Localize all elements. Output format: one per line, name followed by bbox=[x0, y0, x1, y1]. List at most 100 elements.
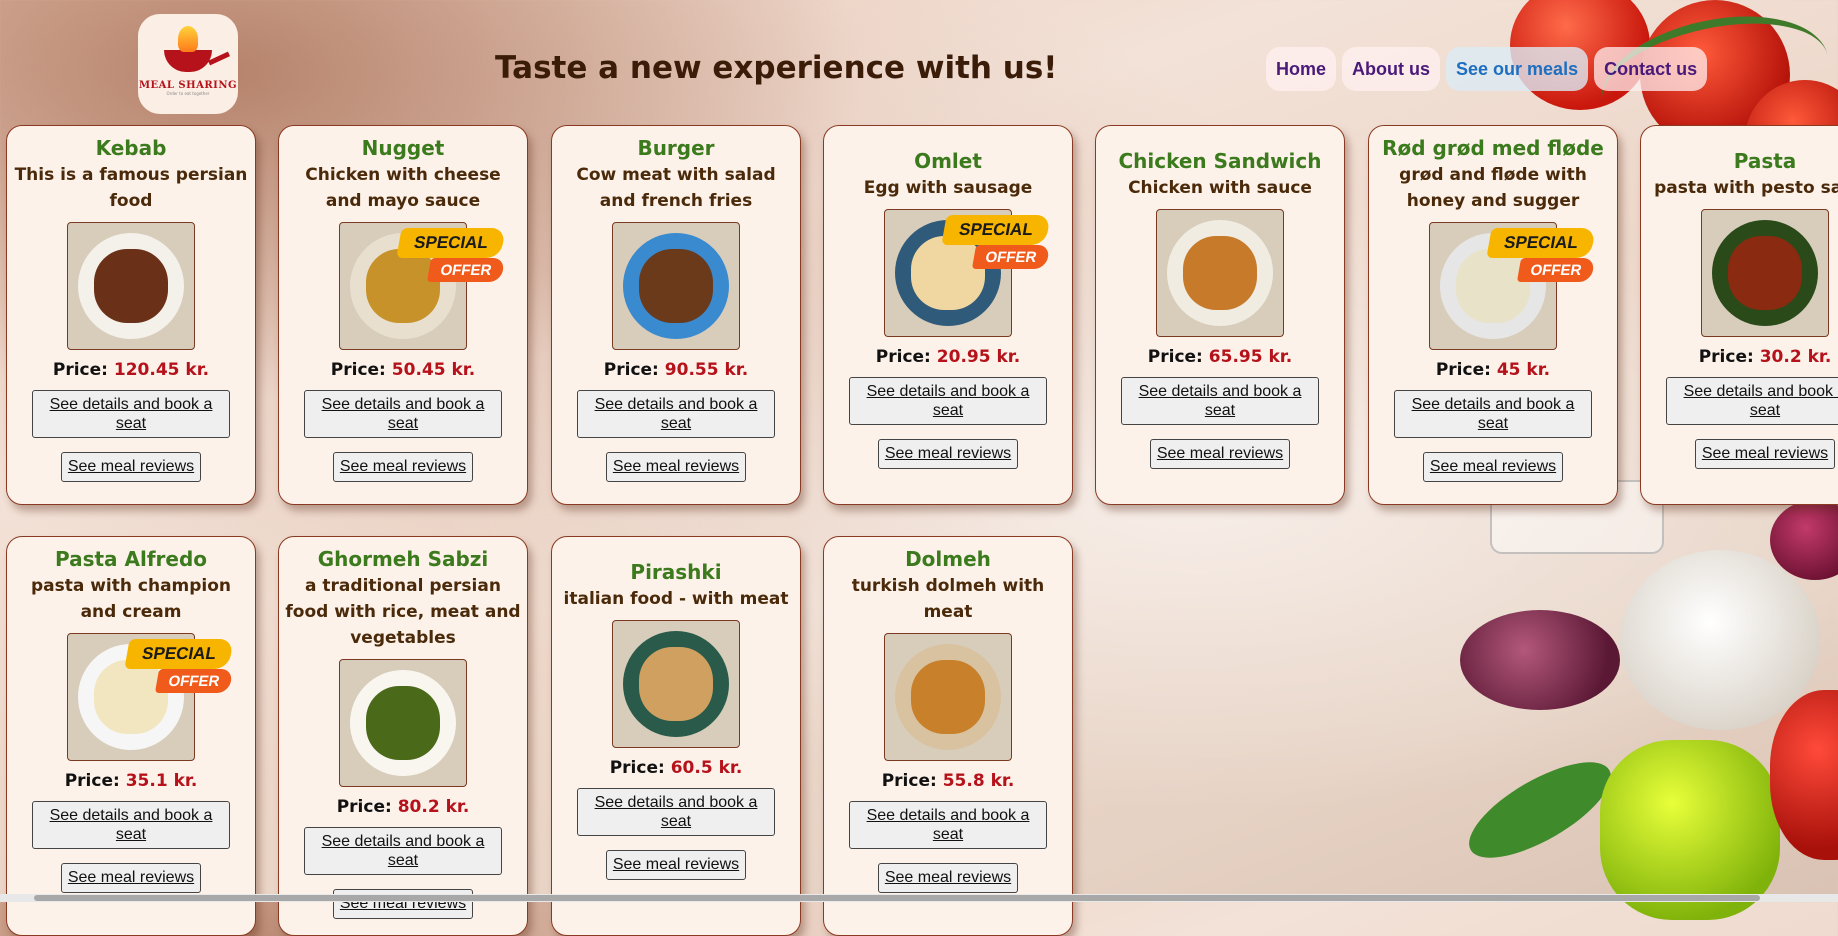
details-book-button[interactable]: See details and book a seat bbox=[1121, 377, 1319, 425]
meal-price: Price: 120.45 kr. bbox=[53, 360, 209, 380]
flame-icon bbox=[178, 26, 198, 52]
site-logo[interactable]: MEAL SHARING Order to eat together bbox=[138, 14, 238, 114]
price-value: 60.5 kr. bbox=[670, 758, 743, 778]
price-label: Price: bbox=[336, 797, 392, 817]
meal-image: SPECIAL OFFER bbox=[1429, 222, 1596, 350]
price-label: Price: bbox=[1435, 360, 1491, 380]
food-shape bbox=[639, 249, 713, 323]
meal-reviews-button[interactable]: See meal reviews bbox=[605, 452, 747, 482]
meal-reviews-button[interactable]: See meal reviews bbox=[332, 452, 474, 482]
meal-photo bbox=[612, 620, 740, 748]
meal-reviews-button[interactable]: See meal reviews bbox=[1149, 439, 1291, 469]
details-book-button[interactable]: See details and book a seat bbox=[577, 788, 775, 836]
details-book-button[interactable]: See details and book a seat bbox=[1394, 390, 1592, 438]
nav-home[interactable]: Home bbox=[1266, 47, 1337, 91]
main-nav: Home About us See our meals Contact us bbox=[1266, 47, 1708, 91]
special-offer-badge: SPECIAL OFFER bbox=[124, 633, 235, 695]
meal-reviews-button[interactable]: See meal reviews bbox=[605, 850, 747, 880]
meal-title: Pasta Alfredo bbox=[54, 547, 208, 571]
special-offer-badge: SPECIAL OFFER bbox=[941, 209, 1052, 271]
nav-contact[interactable]: Contact us bbox=[1594, 47, 1708, 91]
details-book-button[interactable]: See details and book a seat bbox=[1666, 377, 1838, 425]
meal-photo bbox=[1701, 209, 1829, 337]
meal-description: turkish dolmeh with meat bbox=[851, 576, 1045, 622]
price-label: Price: bbox=[1147, 347, 1203, 367]
price-value: 50.45 kr. bbox=[391, 360, 476, 380]
details-book-button[interactable]: See details and book a seat bbox=[849, 801, 1047, 849]
meal-description: This is a famous persian food bbox=[14, 165, 248, 211]
meal-card: Omlet Egg with sausage SPECIAL OFFER Price: … bbox=[823, 125, 1073, 505]
details-book-button[interactable]: See details and book a seat bbox=[304, 390, 502, 438]
price-value: 65.95 kr. bbox=[1208, 347, 1293, 367]
meal-title: Pirashki bbox=[630, 560, 722, 584]
meal-reviews-button[interactable]: See meal reviews bbox=[1694, 439, 1836, 469]
price-value: 120.45 kr. bbox=[113, 360, 210, 380]
meal-image: SPECIAL OFFER bbox=[884, 209, 1051, 337]
nav-about[interactable]: About us bbox=[1342, 47, 1441, 91]
meal-price: Price: 50.45 kr. bbox=[331, 360, 475, 380]
meal-photo bbox=[884, 633, 1012, 761]
price-value: 80.2 kr. bbox=[397, 797, 470, 817]
pepper-decoration bbox=[1600, 740, 1780, 920]
meal-price: Price: 20.95 kr. bbox=[876, 347, 1020, 367]
meal-description: Chicken with sauce bbox=[1128, 178, 1312, 198]
meal-title: Ghormeh Sabzi bbox=[317, 547, 489, 571]
details-book-button[interactable]: See details and book a seat bbox=[304, 827, 502, 875]
price-label: Price: bbox=[881, 771, 937, 791]
price-value: 30.2 kr. bbox=[1759, 347, 1832, 367]
nav-meals[interactable]: See our meals bbox=[1446, 47, 1589, 91]
meal-card: Kebab This is a famous persian food Price:… bbox=[6, 125, 256, 505]
meal-price: Price: 65.95 kr. bbox=[1148, 347, 1292, 367]
details-book-button[interactable]: See details and book a seat bbox=[849, 377, 1047, 425]
logo-title: MEAL SHARING bbox=[138, 80, 238, 91]
price-value: 55.8 kr. bbox=[942, 771, 1015, 791]
meal-reviews-button[interactable]: See meal reviews bbox=[60, 863, 202, 893]
site-header: MEAL SHARING Order to eat together Taste… bbox=[0, 0, 1838, 120]
meal-reviews-button[interactable]: See meal reviews bbox=[60, 452, 202, 482]
meal-description: pasta with pesto sauce bbox=[1654, 178, 1838, 198]
logo-subtitle: Order to eat together bbox=[166, 91, 210, 96]
details-book-button[interactable]: See details and book a seat bbox=[32, 801, 230, 849]
meal-image bbox=[67, 222, 195, 350]
details-book-button[interactable]: See details and book a seat bbox=[32, 390, 230, 438]
meal-image bbox=[1156, 209, 1284, 337]
meal-photo bbox=[1156, 209, 1284, 337]
meal-title: Rød grød med fløde bbox=[1382, 136, 1604, 160]
price-label: Price: bbox=[609, 758, 665, 778]
meal-card: Nugget Chicken with cheese and mayo sauce… bbox=[278, 125, 528, 505]
meal-reviews-button[interactable]: See meal reviews bbox=[877, 863, 1019, 893]
special-label: SPECIAL bbox=[396, 228, 506, 258]
offer-label: OFFER bbox=[426, 258, 506, 282]
meal-image bbox=[612, 222, 740, 350]
meal-description: a traditional persian food with rice, me… bbox=[285, 576, 521, 648]
food-shape bbox=[1183, 236, 1257, 310]
meal-photo bbox=[612, 222, 740, 350]
meal-title: Chicken Sandwich bbox=[1118, 149, 1322, 173]
onion-decoration bbox=[1460, 610, 1620, 710]
price-label: Price: bbox=[52, 360, 108, 380]
scrollbar-thumb[interactable] bbox=[34, 895, 1760, 901]
meal-reviews-button[interactable]: See meal reviews bbox=[877, 439, 1019, 469]
details-book-button[interactable]: See details and book a seat bbox=[577, 390, 775, 438]
meal-reviews-button[interactable]: See meal reviews bbox=[1422, 452, 1564, 482]
meal-card: Pasta pasta with pesto sauce Price: 30.2 k… bbox=[1640, 125, 1838, 505]
meal-price: Price: 90.55 kr. bbox=[604, 360, 748, 380]
price-label: Price: bbox=[603, 360, 659, 380]
food-shape bbox=[366, 686, 440, 760]
meal-card: Pirashki italian food - with meat Price: 6… bbox=[551, 536, 801, 936]
meal-card: Burger Cow meat with salad and french fri… bbox=[551, 125, 801, 505]
meal-price: Price: 55.8 kr. bbox=[882, 771, 1015, 791]
meal-description: grød and fløde with honey and sugger bbox=[1399, 165, 1587, 211]
price-label: Price: bbox=[330, 360, 386, 380]
price-label: Price: bbox=[1698, 347, 1754, 367]
page-tagline: Taste a new experience with us! bbox=[495, 50, 1058, 86]
meal-card: Chicken Sandwich Chicken with sauce Price:… bbox=[1095, 125, 1345, 505]
meal-image bbox=[1701, 209, 1829, 337]
offer-label: OFFER bbox=[1516, 258, 1596, 282]
horizontal-scrollbar[interactable] bbox=[0, 894, 1838, 902]
meal-title: Burger bbox=[637, 136, 715, 160]
special-label: SPECIAL bbox=[1486, 228, 1596, 258]
food-shape bbox=[911, 660, 985, 734]
meal-price: Price: 60.5 kr. bbox=[610, 758, 743, 778]
garlic-decoration bbox=[1620, 550, 1820, 730]
